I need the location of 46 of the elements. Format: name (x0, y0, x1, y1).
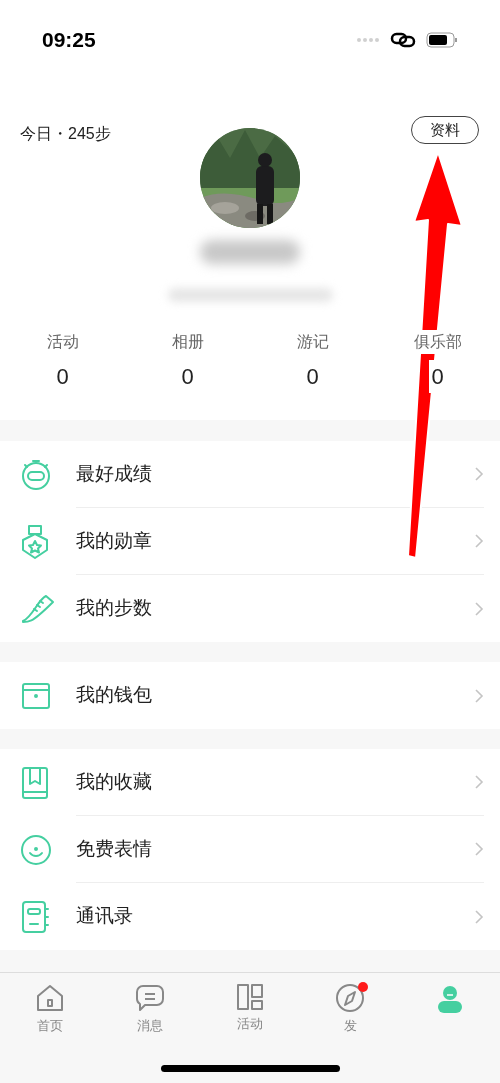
medal-icon (20, 523, 50, 560)
stat-label: 俱乐部 (411, 330, 464, 354)
battery-icon (426, 32, 458, 48)
tab[interactable]: 首页 (0, 973, 100, 1083)
menu-item[interactable]: 我的步数 (0, 575, 500, 642)
wallet-icon (20, 680, 52, 711)
smiley-icon (20, 833, 52, 866)
tab-label: 发 (343, 1017, 357, 1035)
person-icon (435, 983, 465, 1013)
tab[interactable]: 消息 (100, 973, 200, 1083)
chevron-right-icon (474, 466, 484, 482)
chevron-right-icon (474, 841, 484, 857)
compass-icon (335, 983, 365, 1013)
layout-icon (236, 983, 264, 1011)
home-icon (35, 983, 65, 1013)
menu-label: 免费表情 (76, 836, 152, 861)
chevron-right-icon (474, 687, 484, 704)
bookmark-book-icon (20, 765, 50, 800)
stopwatch-icon (20, 457, 52, 492)
menu-label: 我的勋章 (76, 528, 152, 553)
menu-item[interactable]: 通讯录 (0, 883, 500, 950)
tab-label: 活动 (237, 1015, 263, 1033)
signal-dots-icon (356, 38, 380, 42)
menu-item[interactable]: 免费表情 (0, 816, 500, 883)
chevron-right-icon (474, 533, 484, 549)
today-steps: 今日・245步 (20, 122, 111, 146)
menu-label: 我的钱包 (76, 683, 152, 708)
menu-item[interactable]: 我的钱包 (0, 662, 500, 729)
menu-label: 通讯录 (76, 904, 133, 929)
link-icon (390, 32, 416, 48)
sneaker-icon (20, 592, 56, 625)
menu-label: 我的步数 (76, 596, 152, 621)
address-book-icon (20, 899, 50, 934)
tab[interactable]: 活动 (200, 973, 300, 1083)
status-time: 09:25 (42, 27, 96, 54)
profile-button[interactable]: 资料 (411, 116, 479, 144)
chevron-right-icon (474, 600, 484, 617)
chat-icon (135, 983, 165, 1013)
menu-item[interactable]: 我的收藏 (0, 749, 500, 816)
tab-label: 首页 (37, 1017, 63, 1035)
chevron-right-icon (474, 908, 484, 925)
chevron-right-icon (474, 774, 484, 790)
menu-label: 最好成绩 (76, 461, 152, 486)
menu-label: 我的收藏 (76, 769, 152, 794)
stat-value: 0 (429, 360, 446, 393)
tab-label: 消息 (137, 1017, 163, 1035)
